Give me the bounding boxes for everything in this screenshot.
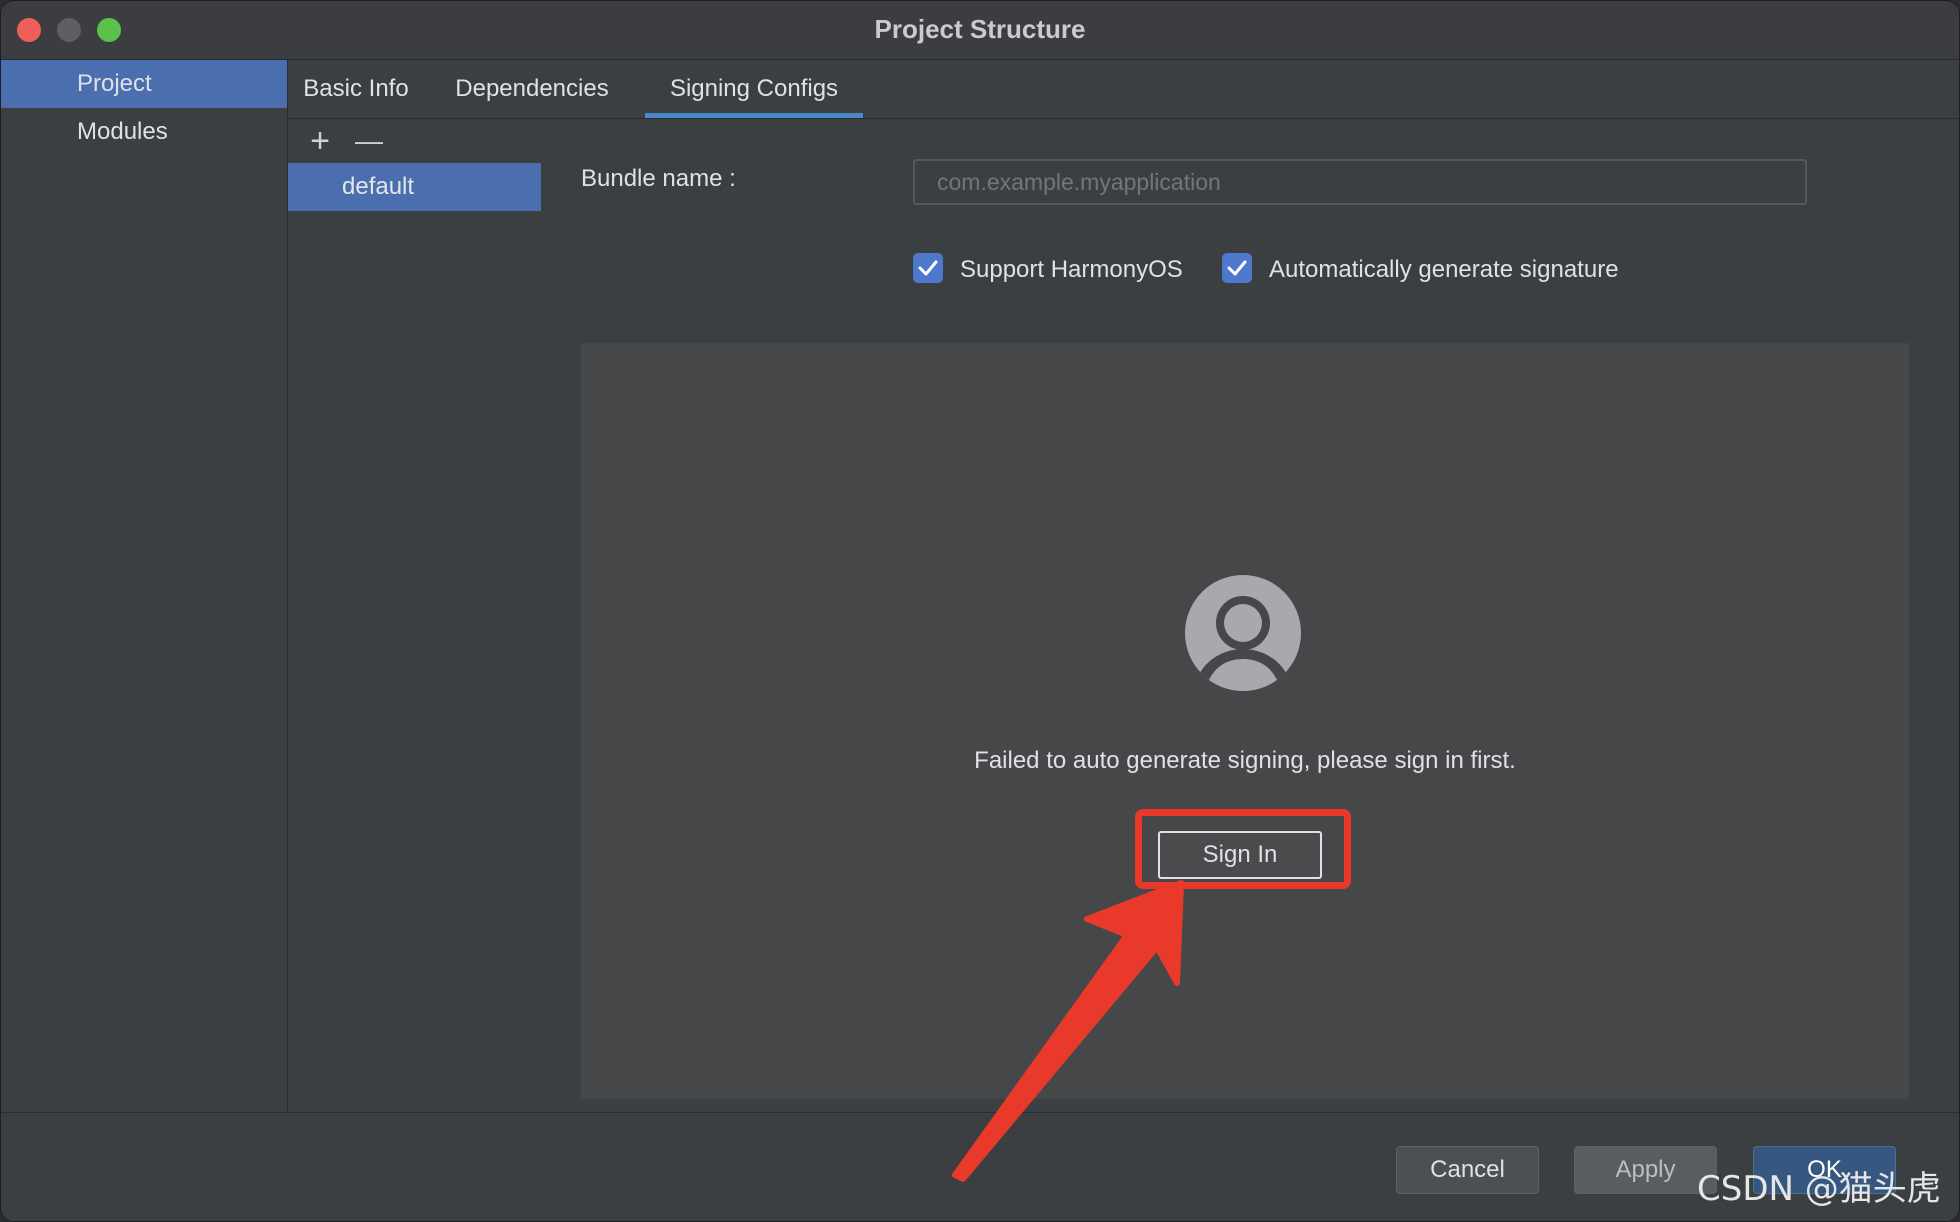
tab-signing-configs[interactable]: Signing Configs xyxy=(645,60,863,118)
apply-button[interactable]: Apply xyxy=(1574,1146,1717,1194)
tab-basic-info[interactable]: Basic Info xyxy=(288,60,424,118)
sign-in-required-message: Failed to auto generate signing, please … xyxy=(974,747,1516,774)
nav-item-project[interactable]: Project xyxy=(1,60,287,108)
user-avatar-icon xyxy=(1185,575,1301,691)
remove-config-button[interactable]: — xyxy=(351,123,387,159)
auto-signature-label: Automatically generate signature xyxy=(1269,256,1619,283)
title-bar: Project Structure xyxy=(1,1,1959,60)
tab-dependencies[interactable]: Dependencies xyxy=(450,60,614,118)
checkmark-icon xyxy=(1227,260,1247,276)
dialog-footer: Cancel Apply OK xyxy=(1,1112,1959,1221)
cancel-button[interactable]: Cancel xyxy=(1396,1146,1539,1194)
sign-in-button[interactable]: Sign In xyxy=(1158,831,1322,879)
project-structure-window: Project Structure Project Modules Basic … xyxy=(0,0,1960,1222)
signing-config-list: + — default xyxy=(288,119,541,1112)
bundle-name-label: Bundle name : xyxy=(581,165,736,192)
add-config-button[interactable]: + xyxy=(302,123,338,159)
list-item[interactable]: default xyxy=(288,163,541,211)
nav-item-modules[interactable]: Modules xyxy=(1,108,287,156)
sign-in-panel: Failed to auto generate signing, please … xyxy=(581,343,1909,1099)
support-harmonyos-label: Support HarmonyOS xyxy=(960,256,1183,283)
bundle-name-input[interactable] xyxy=(913,159,1807,205)
csdn-watermark: CSDN @猫头虎 xyxy=(1697,1169,1941,1209)
window-title: Project Structure xyxy=(874,14,1086,44)
checkmark-icon xyxy=(918,260,938,276)
support-harmonyos-checkbox[interactable] xyxy=(913,253,943,283)
left-nav: Project Modules xyxy=(1,60,288,1112)
auto-signature-checkbox[interactable] xyxy=(1222,253,1252,283)
tab-bar: Basic Info Dependencies Signing Configs xyxy=(288,60,1959,119)
signing-configs-panel: Bundle name : Support HarmonyOS Automati… xyxy=(541,119,1959,1112)
list-toolbar: + — xyxy=(288,119,541,163)
